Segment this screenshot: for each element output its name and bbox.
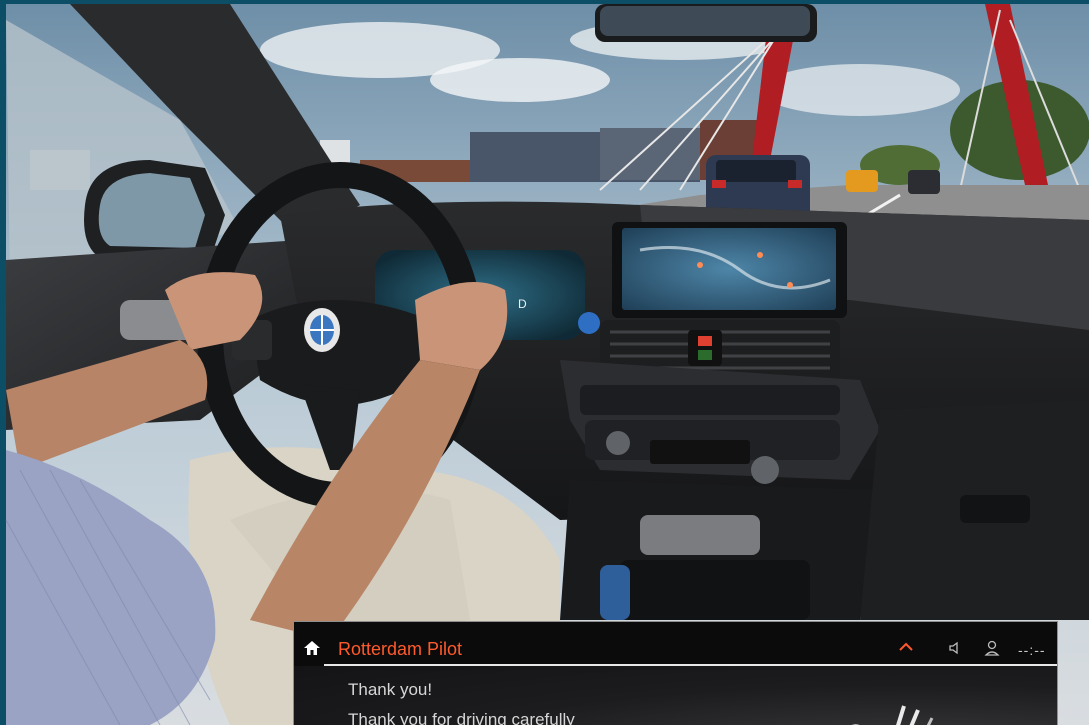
panel-title: Rotterdam Pilot: [338, 639, 463, 659]
chevron-up-icon[interactable]: [898, 642, 914, 652]
panel-body: Thank you! Thank you for driving careful…: [294, 666, 1057, 725]
user-icon[interactable]: [984, 640, 1000, 656]
photo-frame: 56 D: [0, 0, 1089, 725]
idrive-message-panel: Rotterdam Pilot --:-- Thank you! Thank y…: [293, 621, 1058, 725]
svg-text:D: D: [518, 297, 527, 311]
speaker-icon[interactable]: [948, 641, 962, 655]
hand-gesture-icon: [851, 705, 934, 725]
message-line-1: Thank you!: [348, 680, 433, 699]
panel-header: Rotterdam Pilot --:--: [294, 622, 1057, 666]
car-interior-photo: 56 D: [0, 0, 1089, 725]
message-line-2: Thank you for driving carefully: [348, 710, 575, 725]
clock-display: --:--: [1018, 642, 1046, 658]
home-icon[interactable]: [303, 640, 321, 656]
